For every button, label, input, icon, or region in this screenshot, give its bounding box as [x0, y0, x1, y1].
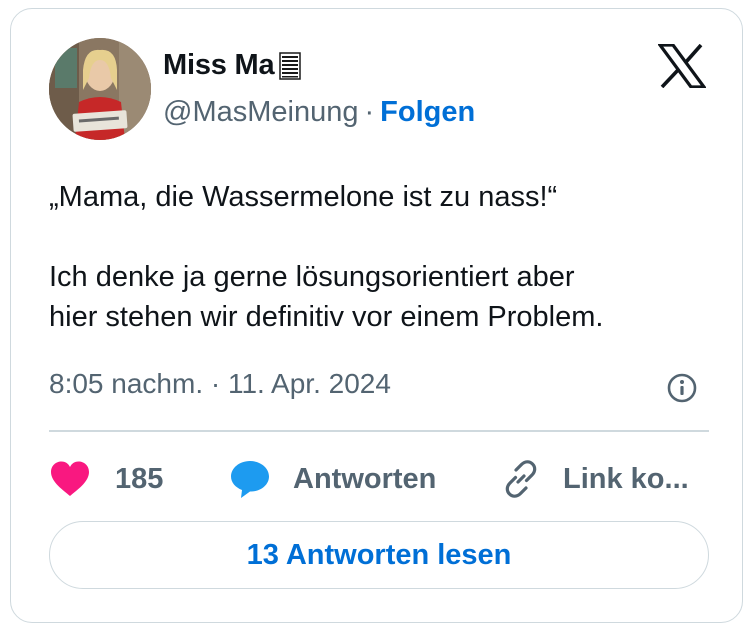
action-bar: 185 Antworten Link ko...: [49, 454, 719, 504]
tweet-text: „Mama, die Wassermelone ist zu nass!“ Ic…: [49, 177, 709, 337]
x-logo-icon[interactable]: [656, 43, 708, 89]
tweet-line-1: „Mama, die Wassermelone ist zu nass!“: [49, 181, 558, 213]
copy-link-button[interactable]: Link ko...: [501, 454, 689, 504]
tweet-line-2: Ich denke ja gerne lösungsorientiert abe…: [49, 261, 575, 293]
reply-label: Antworten: [293, 462, 437, 495]
link-icon: [505, 460, 537, 498]
copy-link-label: Link ko...: [563, 462, 689, 495]
separator-dot: ·: [364, 96, 375, 128]
tweet-line-3: hier stehen wir definitiv vor einem Prob…: [49, 301, 604, 333]
author-handle[interactable]: @MasMeinung: [163, 96, 358, 128]
reply-button[interactable]: Antworten: [229, 454, 436, 504]
memo-emoji-icon: [279, 51, 302, 80]
tweet-timestamp[interactable]: 8:05 nachm. · 11. Apr. 2024: [49, 368, 391, 400]
author-display-name[interactable]: Miss Ma: [163, 49, 302, 82]
like-count: 185: [115, 462, 164, 495]
read-replies-button[interactable]: 13 Antworten lesen: [49, 521, 709, 589]
author-name-text: Miss Ma: [163, 49, 275, 81]
avatar-image: [49, 38, 151, 140]
divider: [49, 430, 709, 432]
tweet-card: Miss Ma @MasMeinung · Folgen „Mama, die Wa…: [10, 8, 743, 623]
info-icon[interactable]: [667, 373, 697, 403]
read-replies-label: 13 Antworten lesen: [246, 538, 512, 571]
speech-bubble-icon: [231, 461, 269, 498]
like-button[interactable]: 185: [49, 454, 163, 504]
heart-icon: [51, 461, 89, 496]
author-handle-row: @MasMeinung · Folgen: [163, 96, 475, 129]
avatar[interactable]: [49, 38, 151, 140]
follow-button[interactable]: Folgen: [380, 96, 475, 128]
